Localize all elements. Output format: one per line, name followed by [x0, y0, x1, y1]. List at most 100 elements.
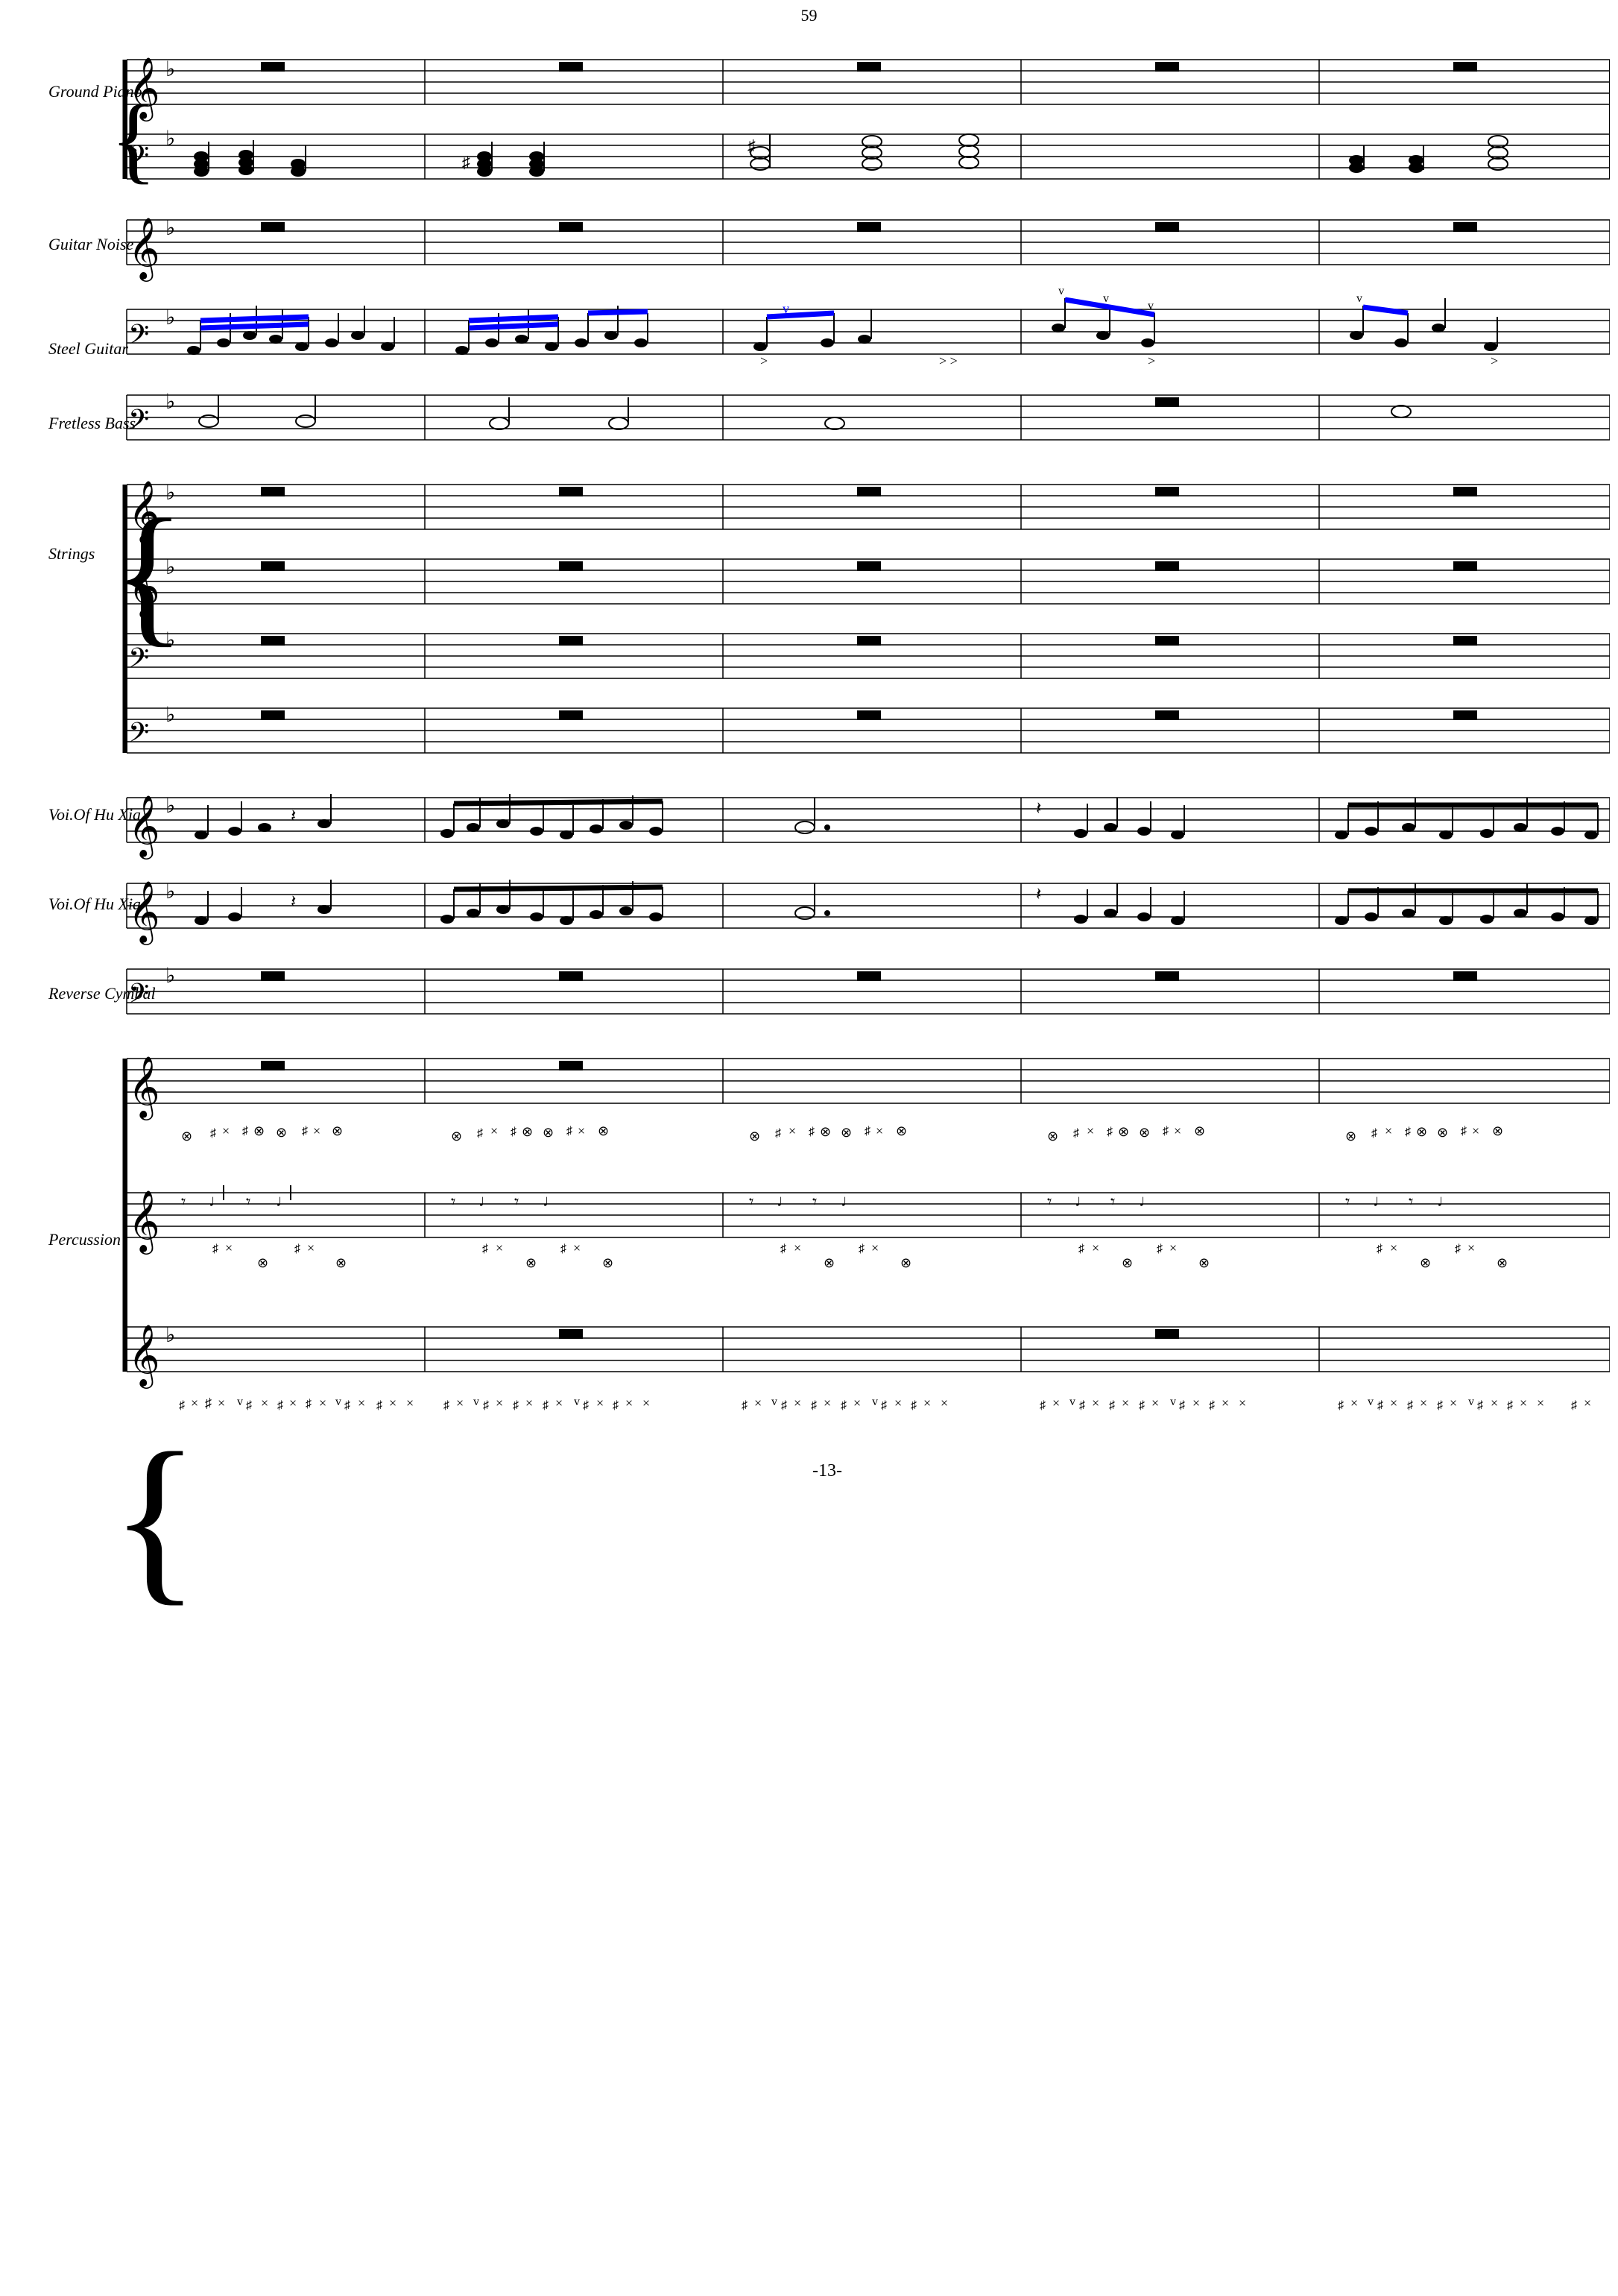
svg-text:×: ×	[1222, 1395, 1229, 1410]
svg-text:×: ×	[871, 1240, 879, 1255]
svg-text:𝄾: 𝄾	[246, 1193, 250, 1212]
svg-text:♯: ♯	[212, 1243, 218, 1255]
svg-text:⊗: ⊗	[181, 1129, 192, 1144]
svg-text:⊗: ⊗	[1437, 1125, 1448, 1140]
svg-text:×: ×	[573, 1240, 581, 1255]
ground-piano-treble-clef: 𝄞	[128, 57, 160, 122]
svg-text:×: ×	[1450, 1395, 1457, 1410]
svg-text:×: ×	[1350, 1395, 1358, 1410]
svg-text:⊗: ⊗	[332, 1123, 343, 1138]
svg-text:×: ×	[789, 1123, 796, 1138]
svg-text:v: v	[473, 1395, 479, 1408]
svg-text:♯: ♯	[1040, 1399, 1046, 1412]
svg-text:×: ×	[191, 1395, 198, 1410]
svg-text:×: ×	[1092, 1240, 1099, 1255]
svg-text:♩: ♩	[543, 1191, 559, 1210]
svg-text:𝄽: 𝄽	[291, 892, 296, 912]
svg-text:×: ×	[1151, 1395, 1159, 1410]
svg-text:⊗: ⊗	[257, 1255, 268, 1270]
svg-text:𝄞: 𝄞	[128, 555, 160, 619]
svg-text:♯: ♯	[1079, 1399, 1085, 1412]
svg-text:♯: ♯	[865, 1125, 870, 1138]
svg-text:♯: ♯	[543, 1399, 549, 1412]
svg-text:♯: ♯	[511, 1126, 516, 1138]
svg-text:×: ×	[389, 1395, 396, 1410]
svg-text:♯: ♯	[1157, 1243, 1163, 1255]
svg-text:♭: ♭	[165, 1324, 175, 1347]
svg-text:♭: ♭	[165, 306, 175, 329]
svg-text:♯: ♯	[210, 1127, 216, 1140]
svg-text:×: ×	[1390, 1240, 1397, 1255]
svg-text:×: ×	[1122, 1395, 1129, 1410]
svg-text:♯: ♯	[443, 1399, 449, 1412]
svg-text:♯: ♯	[306, 1398, 312, 1410]
svg-text:♯: ♯	[344, 1399, 350, 1412]
svg-text:×: ×	[555, 1395, 563, 1410]
svg-text:♩: ♩	[276, 1191, 292, 1210]
svg-text:{: {	[110, 1415, 200, 1621]
svg-text:×: ×	[406, 1395, 414, 1410]
svg-text:𝄢: 𝄢	[128, 718, 149, 754]
svg-text:⊗: ⊗	[522, 1124, 533, 1139]
svg-text:♯: ♯	[1163, 1125, 1169, 1138]
svg-text:v: v	[1148, 300, 1154, 312]
fretless-bass-label: Fretless Bass	[48, 414, 136, 432]
svg-text:×: ×	[490, 1123, 498, 1138]
svg-text:♯: ♯	[775, 1127, 781, 1140]
svg-text:×: ×	[578, 1123, 585, 1138]
steel-guitar-label: Steel Guitar	[48, 339, 128, 358]
svg-text:⊗: ⊗	[602, 1255, 613, 1270]
bottom-page-number: -13-	[812, 1461, 842, 1480]
svg-text:> >: > >	[939, 353, 958, 368]
svg-text:×: ×	[853, 1395, 861, 1410]
svg-text:⊗: ⊗	[1198, 1255, 1210, 1270]
svg-text:♭: ♭	[165, 391, 175, 414]
svg-text:♯: ♯	[748, 136, 756, 155]
svg-text:×: ×	[261, 1395, 268, 1410]
svg-text:♯: ♯	[859, 1243, 865, 1255]
svg-text:⊗: ⊗	[1118, 1124, 1129, 1139]
svg-text:×: ×	[1052, 1395, 1060, 1410]
svg-text:×: ×	[358, 1395, 365, 1410]
svg-text:⊗: ⊗	[253, 1123, 265, 1138]
svg-text:v: v	[1468, 1395, 1474, 1408]
svg-text:♯: ♯	[1209, 1399, 1215, 1412]
svg-text:×: ×	[456, 1395, 464, 1410]
score-page: 59 𝄞 𝄢 { Ground Piano 𝄞 ♭	[0, 0, 1618, 2296]
svg-text:𝄢: 𝄢	[128, 643, 149, 680]
svg-text:v: v	[1368, 1395, 1374, 1408]
svg-text:♭: ♭	[165, 880, 175, 903]
svg-text:𝄞: 𝄞	[128, 1056, 160, 1120]
svg-text:v: v	[771, 1395, 777, 1408]
svg-text:♯: ♯	[483, 1399, 489, 1412]
svg-text:>: >	[1148, 353, 1155, 368]
svg-text:×: ×	[1192, 1395, 1200, 1410]
svg-text:>: >	[1491, 353, 1498, 368]
svg-text:×: ×	[289, 1395, 297, 1410]
guitar-noise-label: Guitar Noise	[48, 235, 134, 253]
svg-text:♯: ♯	[205, 1395, 212, 1410]
svg-text:♯: ♯	[1139, 1399, 1145, 1412]
svg-text:v: v	[1058, 285, 1064, 297]
svg-text:×: ×	[313, 1123, 320, 1138]
svg-text:♯: ♯	[294, 1243, 300, 1255]
svg-text:♯: ♯	[781, 1399, 787, 1412]
svg-text:×: ×	[754, 1395, 762, 1410]
score-svg: 𝄞 𝄢 { Ground Piano 𝄞 ♭	[45, 15, 1610, 2251]
svg-text:♯: ♯	[881, 1399, 887, 1412]
svg-text:♯: ♯	[742, 1399, 748, 1412]
svg-text:⊗: ⊗	[335, 1255, 347, 1270]
svg-text:×: ×	[525, 1395, 533, 1410]
svg-text:𝄾: 𝄾	[749, 1193, 753, 1212]
svg-text:v: v	[1356, 292, 1362, 305]
svg-text:⊗: ⊗	[1420, 1255, 1431, 1270]
svg-text:𝄾: 𝄾	[451, 1193, 455, 1212]
svg-text:♯: ♯	[1477, 1399, 1483, 1412]
svg-text:𝄞: 𝄞	[128, 1190, 160, 1255]
svg-text:×: ×	[941, 1395, 948, 1410]
svg-text:♯: ♯	[1437, 1399, 1443, 1412]
svg-text:×: ×	[894, 1395, 902, 1410]
svg-text:×: ×	[1467, 1240, 1475, 1255]
svg-text:♩: ♩	[1373, 1191, 1389, 1210]
svg-text:♯: ♯	[1377, 1243, 1382, 1255]
